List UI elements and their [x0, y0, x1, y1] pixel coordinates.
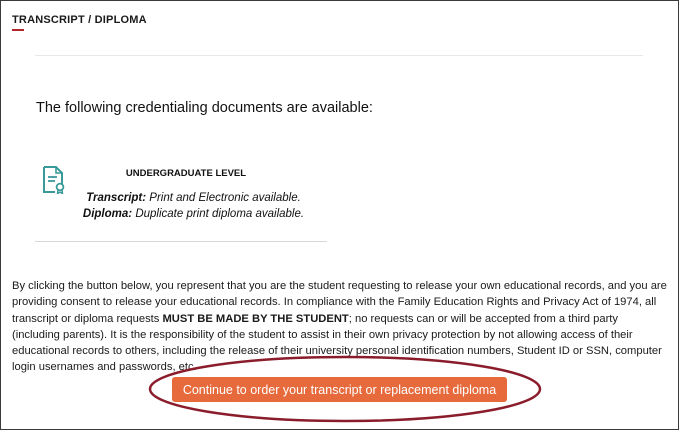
diploma-text: Duplicate print diploma available.	[135, 208, 305, 220]
consent-emphasis: MUST BE MADE BY THE STUDENT	[162, 312, 349, 325]
section-title: TRANSCRIPT / DIPLOMA	[12, 14, 147, 26]
document-divider	[35, 241, 327, 242]
diploma-label: Diploma:	[82, 208, 133, 220]
continue-order-button[interactable]: Continue to order your transcript or rep…	[172, 377, 507, 402]
transcript-diploma-panel: TRANSCRIPT / DIPLOMA The following crede…	[0, 0, 679, 430]
diploma-line: Diploma: Duplicate print diploma availab…	[61, 206, 326, 222]
undergraduate-level-heading: UNDERGRADUATE LEVEL	[125, 168, 247, 179]
consent-paragraph: By clicking the button below, you repres…	[12, 278, 668, 376]
transcript-label: Transcript:	[86, 192, 147, 204]
intro-text: The following credentialing documents ar…	[36, 100, 373, 116]
title-underline	[12, 29, 24, 31]
transcript-line: Transcript: Print and Electronic availab…	[61, 190, 326, 206]
document-availability: Transcript: Print and Electronic availab…	[61, 190, 326, 222]
top-divider	[35, 55, 643, 56]
transcript-text: Print and Electronic available.	[149, 192, 301, 204]
